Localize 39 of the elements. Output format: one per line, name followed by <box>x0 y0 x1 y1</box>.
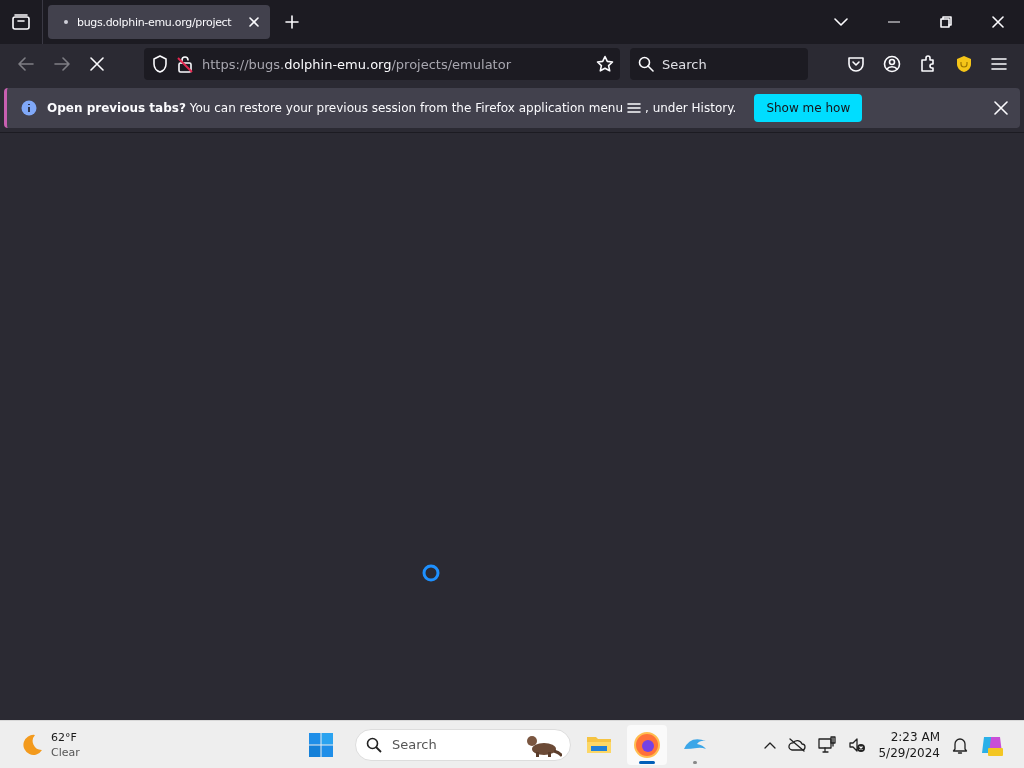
weather-condition-text: Clear <box>51 744 80 760</box>
account-icon[interactable] <box>883 55 901 73</box>
taskbar-search-field[interactable]: Search <box>355 728 571 761</box>
close-icon[interactable] <box>992 16 1004 28</box>
shield-badge-icon[interactable] <box>955 55 973 73</box>
windows-start-icon[interactable] <box>309 732 333 757</box>
network-icon[interactable] <box>818 735 837 754</box>
search-field[interactable]: Search <box>630 48 808 80</box>
puzzle-piece-icon[interactable] <box>919 55 937 73</box>
close-icon[interactable] <box>994 101 1008 115</box>
stop-loading-icon[interactable] <box>90 57 104 71</box>
firefox-icon <box>633 730 661 759</box>
info-icon <box>21 100 37 116</box>
show-me-how-button[interactable]: Show me how <box>754 94 863 122</box>
taskbar-app-button[interactable] <box>627 724 667 765</box>
insecure-lock-icon[interactable] <box>177 55 193 73</box>
speaker-muted-icon[interactable] <box>848 736 867 753</box>
menu-icon <box>627 102 641 114</box>
star-icon[interactable] <box>596 55 614 73</box>
search-icon <box>638 56 654 72</box>
chevron-up-icon[interactable] <box>764 740 777 749</box>
bell-icon[interactable] <box>952 735 968 754</box>
restore-icon[interactable] <box>940 16 952 28</box>
close-icon[interactable] <box>248 16 260 28</box>
search-icon <box>366 736 382 753</box>
address-field[interactable]: https://bugs.dolphin-emu.org/projects/emulator <box>144 48 620 80</box>
notification-message: , under History. <box>645 101 737 115</box>
temperature-text: 62°F <box>51 729 78 745</box>
cloud-off-icon[interactable] <box>788 737 807 752</box>
shield-icon[interactable] <box>152 55 168 73</box>
chevron-down-icon[interactable] <box>834 18 848 26</box>
clock-time[interactable]: 2:23 AM <box>890 728 940 745</box>
tab-list-icon[interactable] <box>12 14 30 30</box>
browser-tab[interactable]: bugs.dolphin-emu.org/project <box>48 5 270 39</box>
pocket-icon[interactable] <box>847 55 865 73</box>
notification-message: Open previous tabs? You can restore your previous session from the Firefox application menu <box>47 101 623 115</box>
menu-icon[interactable] <box>991 57 1007 71</box>
new-tab-icon[interactable] <box>285 15 299 29</box>
clock-date[interactable]: 5/29/2024 <box>878 744 940 761</box>
